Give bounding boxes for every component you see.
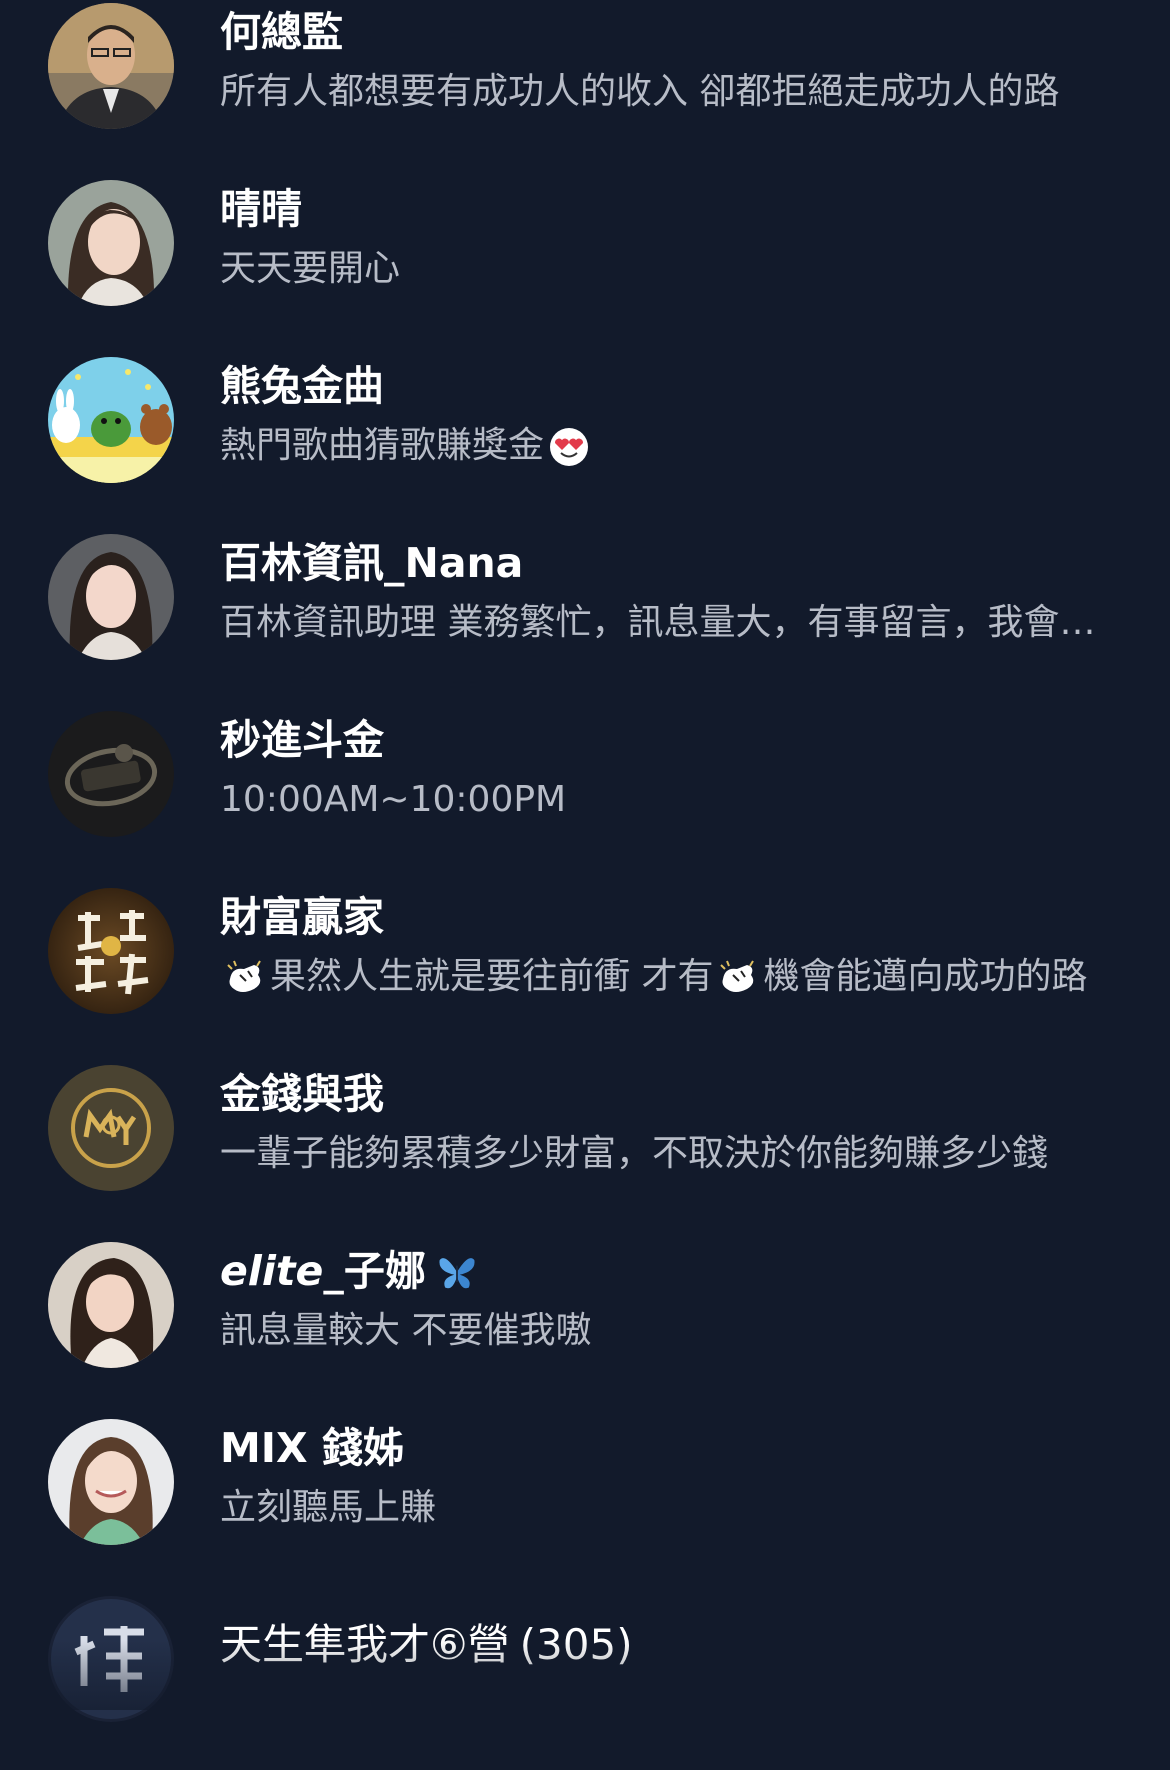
group-logo-icon[interactable] bbox=[48, 1596, 174, 1722]
friend-status: 10:00AM~10:00PM bbox=[220, 779, 567, 820]
woman-avatar-icon[interactable] bbox=[48, 180, 174, 306]
calligraphy-logo-icon[interactable] bbox=[48, 888, 174, 1014]
flexing-hand-emoji-icon bbox=[717, 957, 759, 999]
friend-status-text: 果然人生就是要往前衝 才有 bbox=[270, 956, 714, 997]
friend-row[interactable]: 晴晴 天天要開心 bbox=[0, 177, 1170, 354]
friend-status: 天天要開心 bbox=[220, 248, 401, 289]
friend-status-text: 機會能邁向成功的路 bbox=[763, 956, 1088, 997]
friend-row[interactable]: 金錢與我 一輩子能夠累積多少財富，不取決於你能夠賺多少錢 bbox=[0, 1062, 1170, 1239]
group-name-text: 天生隼我才⑥營 bbox=[220, 1620, 510, 1669]
group-row[interactable]: 天生隼我才⑥營 (305) bbox=[0, 1593, 1170, 1770]
friend-status: 所有人都想要有成功人的收入 卻都拒絕走成功人的路 bbox=[220, 71, 1060, 112]
friend-row[interactable]: MIX 錢姊 立刻聽馬上賺 bbox=[0, 1416, 1170, 1593]
friend-status: 立刻聽馬上賺 bbox=[220, 1487, 437, 1528]
friend-row[interactable]: 百林資訊_Nana 百林資訊助理 業務繁忙，訊息量大，有事留言，我會回覆 bbox=[0, 531, 1170, 708]
woman-avatar-icon[interactable] bbox=[48, 1242, 174, 1368]
member-count: (305) bbox=[519, 1620, 633, 1669]
flexing-hand-emoji-icon bbox=[224, 957, 266, 999]
friend-name-italic: elite bbox=[220, 1247, 324, 1295]
friend-name: 晴晴 bbox=[220, 185, 302, 233]
woman-avatar-icon[interactable] bbox=[48, 534, 174, 660]
badge-logo-icon[interactable] bbox=[48, 711, 174, 837]
friend-status: 一輩子能夠累積多少財富，不取決於你能夠賺多少錢 bbox=[220, 1133, 1049, 1174]
friend-status: 熱門歌曲猜歌賺獎金 bbox=[220, 421, 1120, 471]
man-avatar-icon[interactable] bbox=[48, 3, 174, 129]
friend-name: 熊兔金曲 bbox=[220, 362, 384, 410]
friend-name: MIX 錢姊 bbox=[220, 1424, 404, 1472]
friend-row[interactable]: elite_子娜 訊息量較大 不要催我嗷 bbox=[0, 1239, 1170, 1416]
friend-row[interactable]: 熊兔金曲 熱門歌曲猜歌賺獎金 bbox=[0, 354, 1170, 531]
friend-row[interactable]: 財富贏家 果然人生就是要往前衝 才有 機會能邁向成功的路 bbox=[0, 885, 1170, 1062]
friend-status-text: 熱門歌曲猜歌賺獎金 bbox=[220, 425, 545, 466]
heart-eyes-emoji-icon bbox=[548, 426, 590, 468]
friend-name: 金錢與我 bbox=[220, 1070, 384, 1118]
money-logo-icon[interactable] bbox=[48, 1065, 174, 1191]
friend-row[interactable]: 秒進斗金 10:00AM~10:00PM bbox=[0, 708, 1170, 885]
friend-name: 百林資訊_Nana bbox=[220, 539, 524, 587]
woman-avatar-icon[interactable] bbox=[48, 1419, 174, 1545]
friend-name-rest: _子娜 bbox=[323, 1247, 426, 1295]
friend-row[interactable]: 何總監 所有人都想要有成功人的收入 卻都拒絕走成功人的路 bbox=[0, 0, 1170, 177]
friend-status: 訊息量較大 不要催我嗷 bbox=[220, 1310, 592, 1351]
friend-name: elite_子娜 bbox=[220, 1243, 486, 1299]
group-name: 天生隼我才⑥營 (305) bbox=[220, 1617, 633, 1673]
cartoon-bears-icon[interactable] bbox=[48, 357, 174, 483]
friend-name: 財富贏家 bbox=[220, 893, 384, 941]
friend-status: 果然人生就是要往前衝 才有 機會能邁向成功的路 bbox=[220, 952, 1120, 1002]
butterfly-emoji-icon bbox=[436, 1251, 482, 1297]
friend-status: 百林資訊助理 業務繁忙，訊息量大，有事留言，我會回覆 bbox=[220, 602, 1120, 643]
friend-name: 何總監 bbox=[220, 8, 343, 56]
friend-name: 秒進斗金 bbox=[220, 716, 384, 764]
